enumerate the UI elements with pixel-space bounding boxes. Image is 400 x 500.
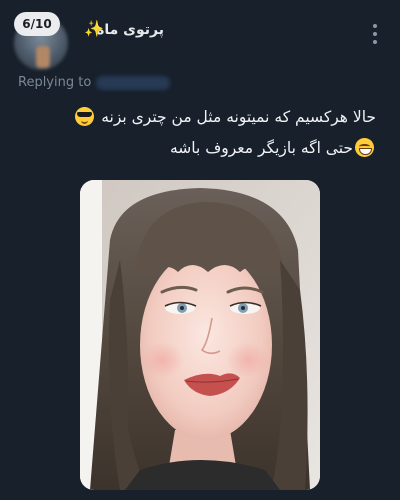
sunglasses-emoji-icon bbox=[75, 107, 95, 126]
tweet-line-1-text: حالا هرکسیم که نمیتونه مثل من چتری بزنه bbox=[101, 108, 376, 126]
tweet-line-1: حالا هرکسیم که نمیتونه مثل من چتری بزنه bbox=[6, 102, 376, 133]
image-counter-badge: 6/10 bbox=[14, 12, 60, 36]
tweet-card: 6/10 پرتوی ماه ✨ Replying to حالا هرکسیم… bbox=[0, 0, 400, 500]
tweet-photo[interactable] bbox=[80, 180, 320, 490]
more-options-icon[interactable] bbox=[372, 24, 378, 44]
tweet-line-2: حتی اگه بازیگر معروف باشه bbox=[6, 133, 376, 164]
grinning-emoji-icon bbox=[355, 138, 374, 157]
tweet-line-2-text: حتی اگه بازیگر معروف باشه bbox=[169, 139, 353, 157]
reply-handle-link[interactable] bbox=[96, 76, 170, 90]
tweet-text: حالا هرکسیم که نمیتونه مثل من چتری بزنه … bbox=[6, 102, 376, 164]
sparkle-icon: ✨ bbox=[84, 19, 104, 38]
replying-to-label: Replying to bbox=[18, 75, 92, 90]
author-name[interactable]: پرتوی ماه bbox=[96, 22, 164, 38]
